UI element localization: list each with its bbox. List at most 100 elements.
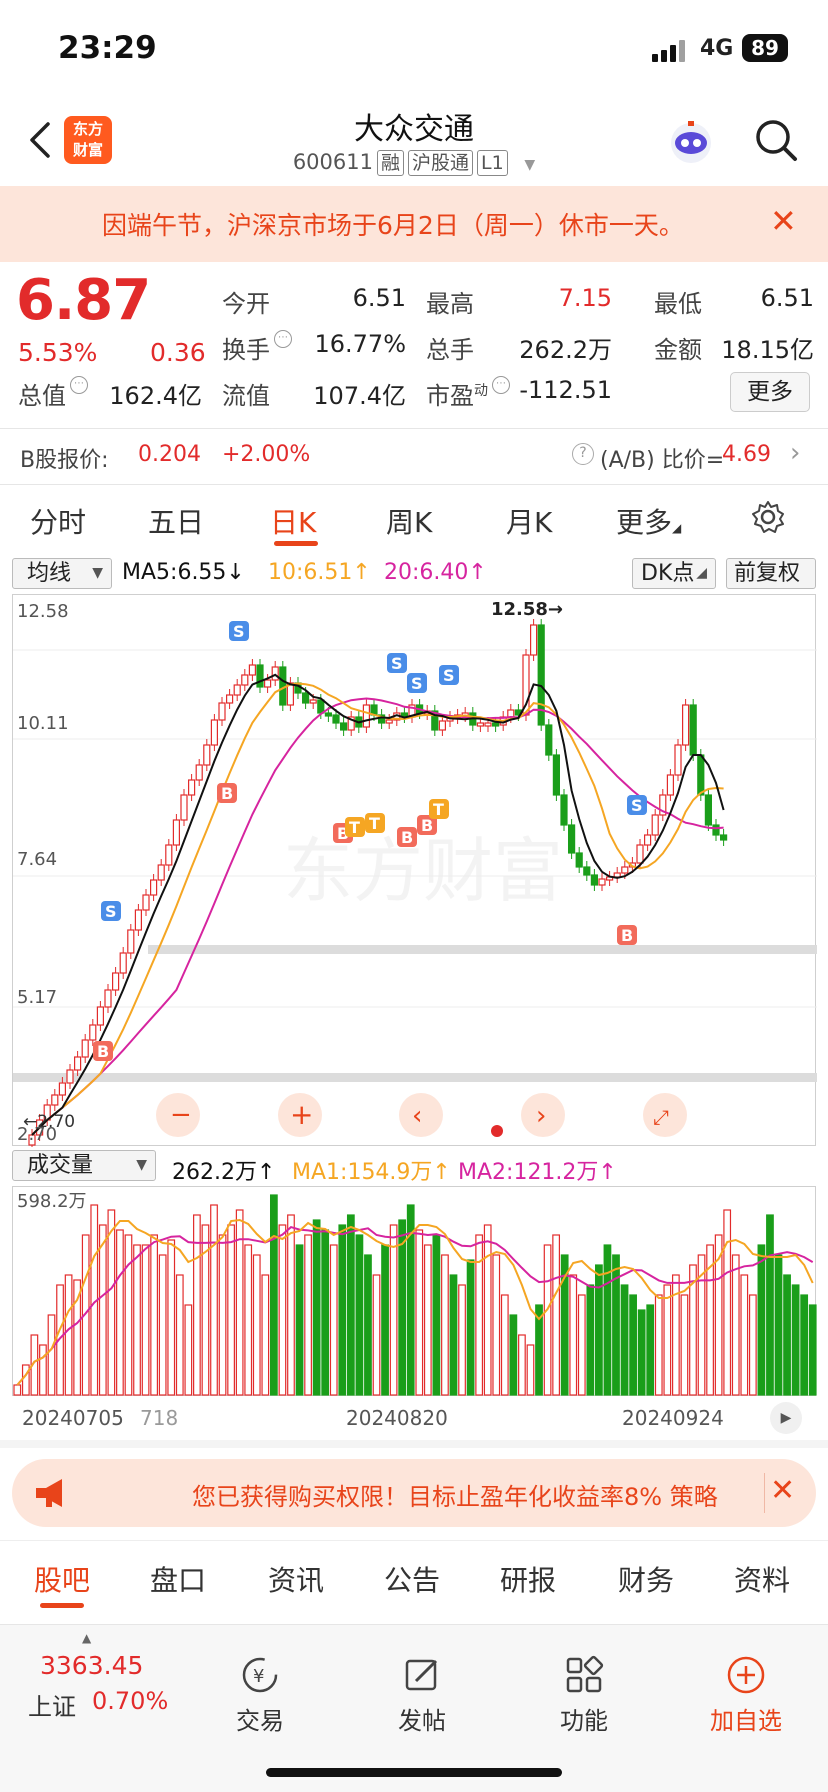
volume-chart[interactable]: 598.2万: [12, 1186, 817, 1396]
info-icon[interactable]: ⋯: [274, 330, 292, 348]
tab-orderbook[interactable]: 盘口: [150, 1559, 206, 1599]
volume-bar: [680, 1294, 689, 1396]
volume-bar: [64, 1274, 73, 1396]
volume-bar: [603, 1244, 612, 1396]
mktcap-value: 162.4亿: [109, 382, 202, 410]
volume-bar: [800, 1294, 809, 1396]
mktcap-label: 总值 ⋯: [18, 376, 88, 411]
info-icon[interactable]: ⋯: [70, 376, 88, 394]
date-label: 20240820: [346, 1406, 448, 1430]
more-button[interactable]: 更多: [730, 372, 810, 412]
trade-button[interactable]: ¥ 交易: [200, 1655, 320, 1736]
candle: [58, 1082, 67, 1096]
volume-bar: [475, 1234, 484, 1396]
ma10-value: 10:6.51↑: [268, 560, 371, 585]
megaphone-icon: [32, 1476, 72, 1510]
adjust-select[interactable]: 前复权: [726, 558, 816, 589]
y-tick: 12.58: [17, 601, 69, 622]
chart-period-tabs: 分时 五日 日K 周K 月K 更多◢: [0, 485, 828, 555]
quote-panel: 6.87 5.53% 0.36 今开 6.51 最高 7.15 最低 6.51 …: [0, 262, 828, 428]
volume-bar: [107, 1209, 116, 1396]
candle: [226, 694, 234, 704]
candle: [51, 1094, 59, 1106]
candle: [210, 719, 218, 746]
tab-forum[interactable]: 股吧: [34, 1559, 90, 1599]
tab-announcements[interactable]: 公告: [384, 1559, 440, 1599]
kline-chart[interactable]: 东方财富 SSSSSSBBBBBBTTT 12.58 10.11 7.64 5.…: [12, 594, 817, 1151]
volume-bar: [500, 1294, 509, 1396]
signal-icon: [652, 38, 692, 62]
date-label: 20240705: [22, 1406, 124, 1430]
close-icon[interactable]: ✕: [770, 1473, 795, 1508]
float-value: 107.4亿: [313, 382, 406, 410]
promo-banner[interactable]: 您已获得购买权限！目标止盈年化收益率8% 策略 ✕: [12, 1459, 816, 1527]
volume-bar: [218, 1234, 227, 1396]
volume-bar: [346, 1214, 355, 1396]
index-price[interactable]: 3363.45: [40, 1651, 143, 1680]
post-button[interactable]: 发帖: [362, 1655, 482, 1736]
ma5-value: MA5:6.55↓: [122, 560, 245, 585]
ratio-label: (A/B) 比价=: [600, 448, 725, 473]
function-button[interactable]: 功能: [524, 1655, 644, 1736]
tab-news[interactable]: 资讯: [268, 1559, 324, 1599]
tab-five-day[interactable]: 五日: [148, 501, 204, 541]
volume-bar: [141, 1244, 150, 1396]
assistant-robot-icon[interactable]: [666, 118, 716, 168]
tag-margin: 融: [376, 150, 404, 176]
volume-bar: [586, 1284, 595, 1396]
volume-bar: [381, 1244, 389, 1396]
tab-research[interactable]: 研报: [500, 1559, 556, 1599]
close-icon[interactable]: ✕: [770, 202, 797, 240]
settings-gear-icon[interactable]: [750, 499, 786, 535]
home-indicator: [266, 1768, 562, 1777]
battery-icon: 89: [742, 34, 788, 62]
volume-bar: [449, 1274, 458, 1396]
amount-label: 金额: [654, 336, 702, 364]
tab-weekly-k[interactable]: 周K: [386, 501, 432, 541]
tab-daily-k[interactable]: 日K: [270, 501, 316, 541]
tag-connect: 沪股通: [408, 150, 474, 176]
volume-bar: [278, 1224, 287, 1396]
holiday-notice: 因端午节，沪深京市场于6月2日（周一）休市一天。 ✕: [0, 186, 828, 262]
candle: [362, 704, 370, 728]
y-tick: 10.11: [17, 713, 69, 734]
b-share-label: B股报价:: [20, 448, 109, 473]
candle: [96, 1006, 105, 1026]
ma-select[interactable]: 均线 ▼: [12, 558, 112, 589]
candle: [385, 719, 393, 724]
scroll-end-button[interactable]: ▶: [770, 1402, 802, 1434]
search-icon[interactable]: [752, 116, 800, 164]
tab-intraday[interactable]: 分时: [30, 501, 86, 541]
b-share-row[interactable]: B股报价: 0.204 +2.00% ? (A/B) 比价= 4.69 ›: [0, 430, 828, 484]
candle: [241, 674, 249, 686]
volume-bar: [423, 1244, 432, 1396]
volume-bar: [235, 1209, 244, 1396]
candle: [142, 894, 150, 911]
add-watchlist-button[interactable]: 加自选: [686, 1655, 806, 1736]
section-gap: [0, 1440, 828, 1448]
volume-bar: [637, 1309, 646, 1396]
candle: [621, 866, 629, 874]
help-icon[interactable]: ?: [572, 443, 594, 465]
trade-marker-label: S: [233, 622, 245, 641]
open-label: 今开: [222, 290, 270, 318]
volume-bar: [364, 1254, 372, 1396]
tab-monthly-k[interactable]: 月K: [506, 501, 552, 541]
dk-select[interactable]: DK点 ◢: [632, 558, 716, 589]
candle: [598, 878, 606, 886]
volume-bar: [774, 1254, 783, 1396]
tab-more[interactable]: 更多◢: [616, 501, 681, 541]
tab-financials[interactable]: 财务: [618, 1559, 674, 1599]
candle: [545, 724, 553, 756]
candle: [666, 774, 675, 796]
candle: [643, 834, 652, 846]
volume-bar: [398, 1219, 407, 1396]
volume-select[interactable]: 成交量 ▼: [12, 1150, 156, 1181]
support-band: [148, 945, 817, 954]
candle: [172, 819, 180, 846]
volume-bar: [244, 1244, 253, 1396]
trade-marker-label: T: [349, 818, 360, 837]
volume-bar: [167, 1239, 176, 1396]
tab-profile[interactable]: 资料: [734, 1559, 790, 1599]
volume-bar: [808, 1304, 817, 1396]
